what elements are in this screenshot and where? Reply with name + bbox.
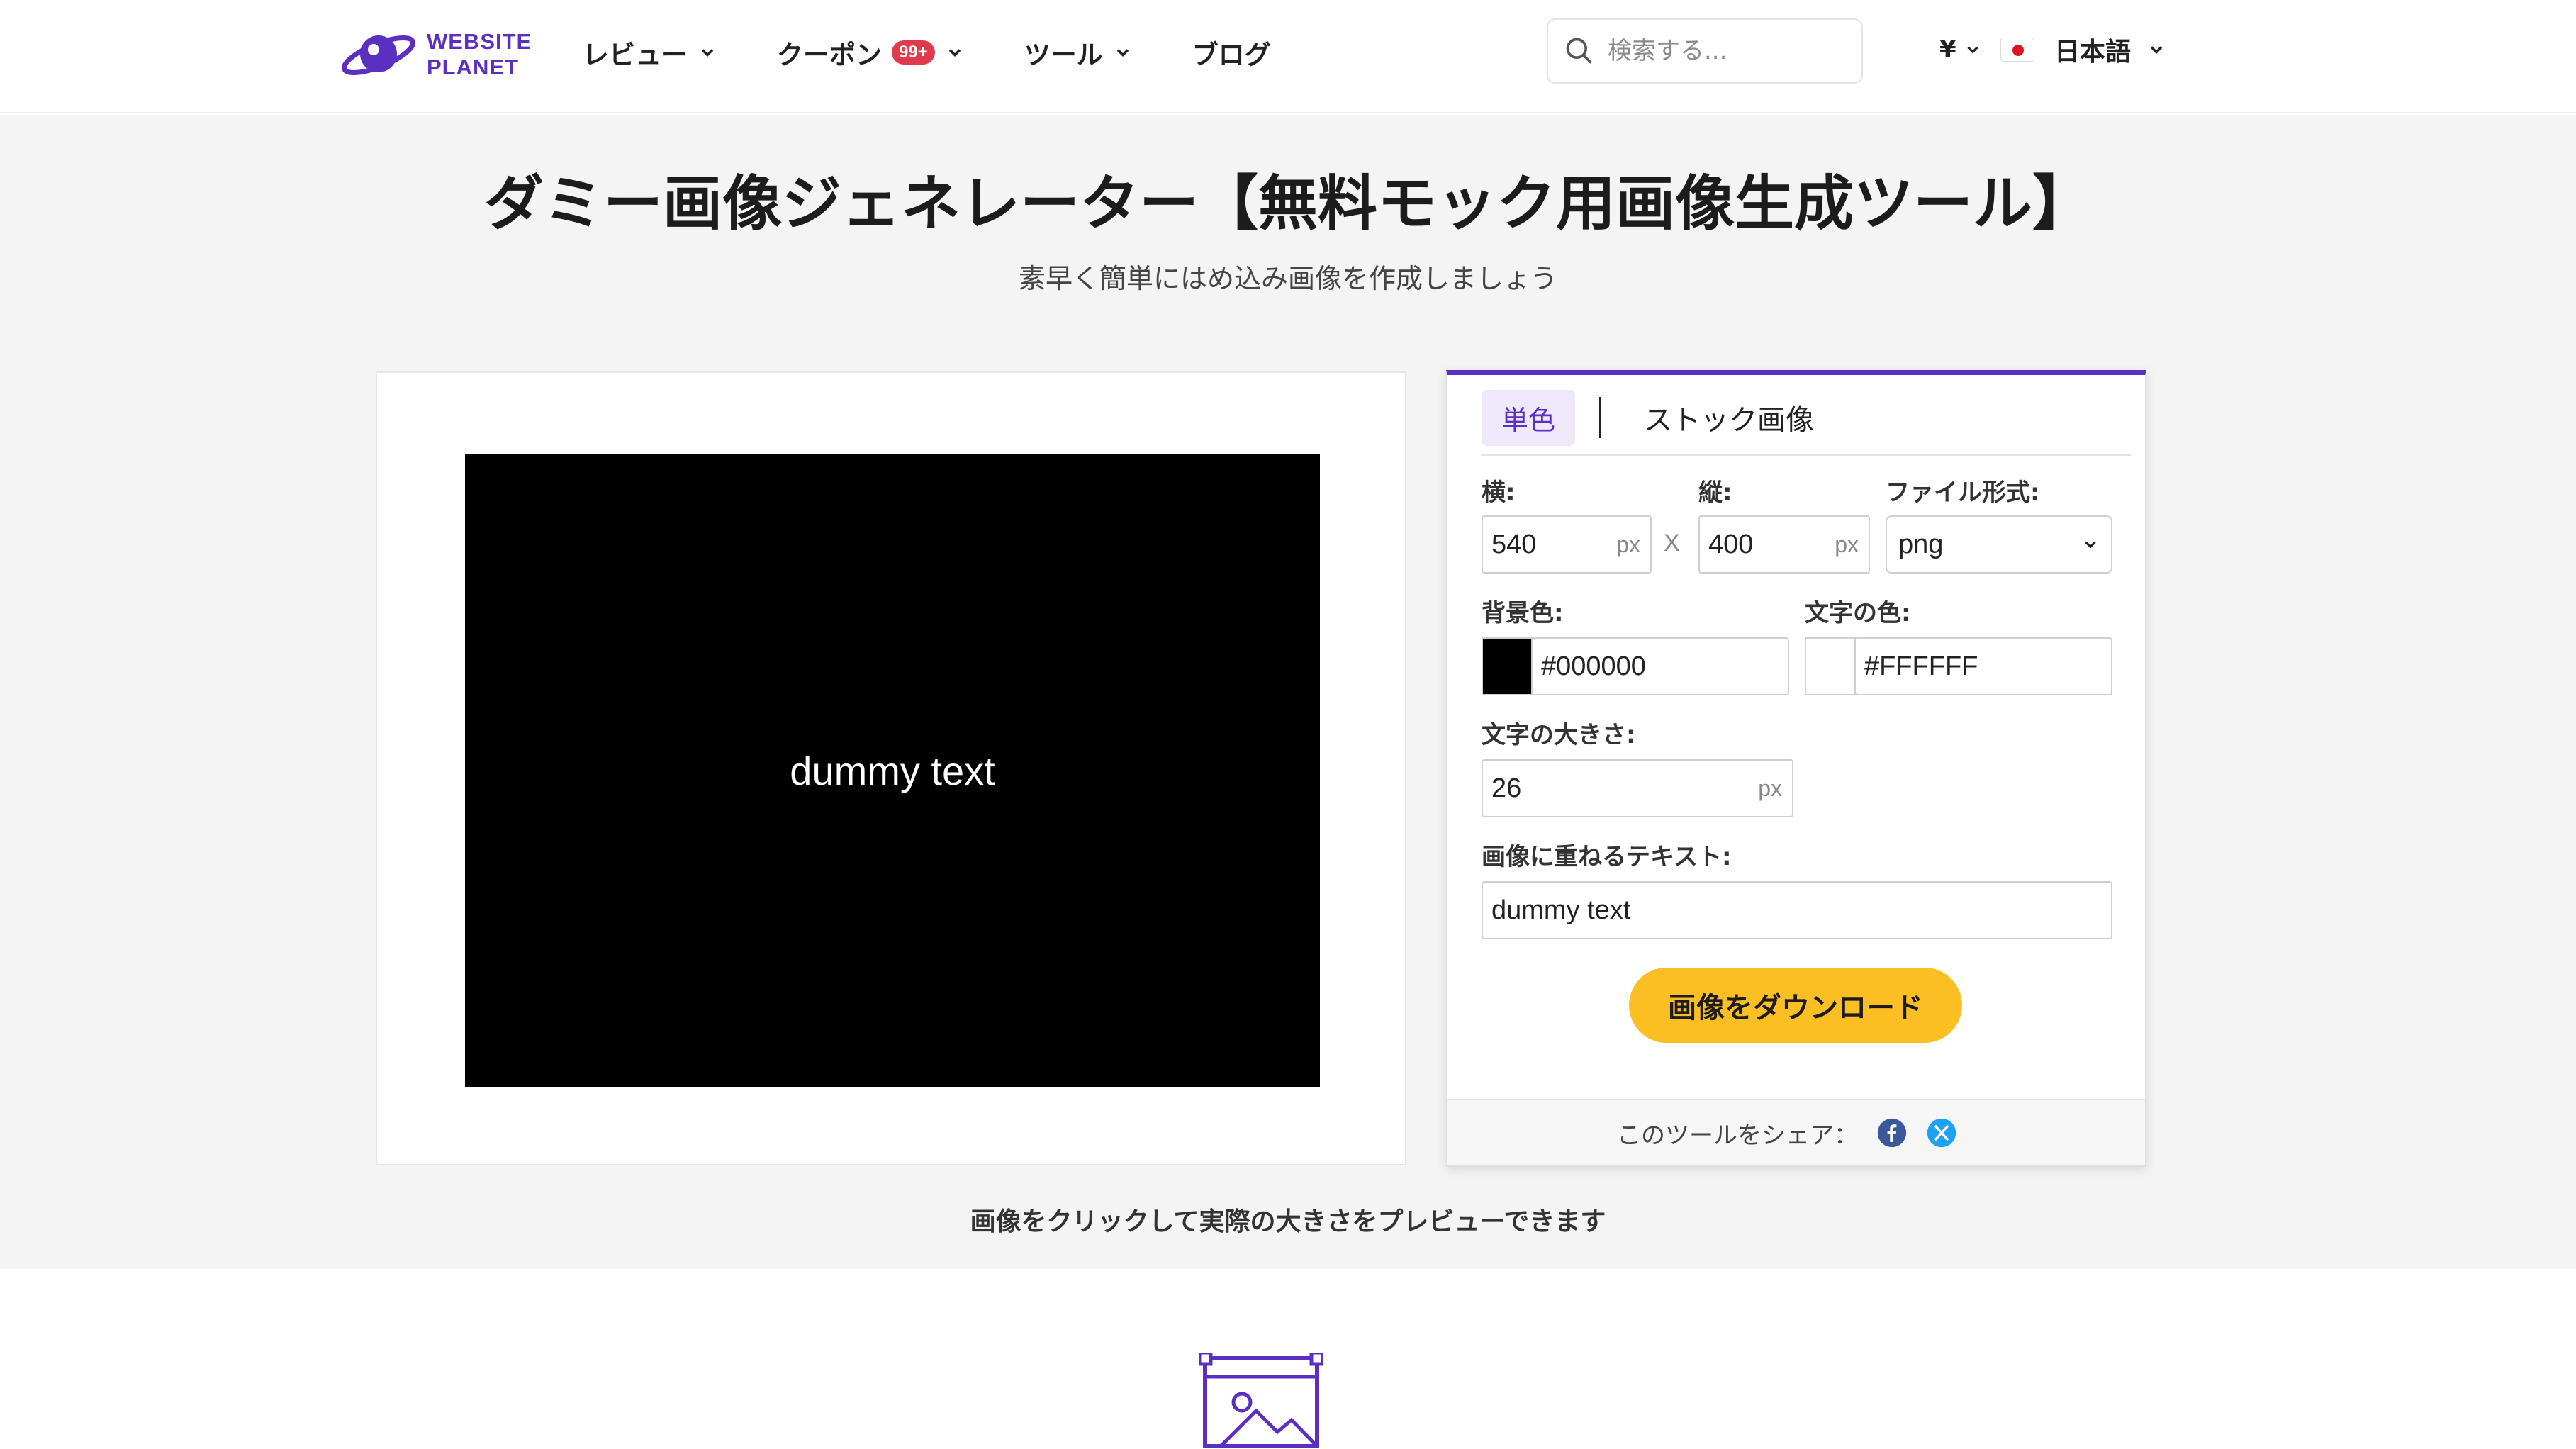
- file-format-value: png: [1898, 529, 1944, 559]
- font-size-input[interactable]: [1483, 773, 1792, 804]
- preview-panel: dummy text: [376, 371, 1406, 1165]
- chevron-down-icon: [1116, 49, 1129, 57]
- overlay-text-label: 画像に重ねるテキスト:: [1482, 843, 1732, 871]
- site-logo[interactable]: WEBSITE PLANET: [335, 24, 547, 85]
- background-color-label: 背景色:: [1482, 599, 1564, 627]
- tab-solid-color[interactable]: 単色: [1482, 389, 1576, 446]
- width-label: 横:: [1482, 479, 1516, 507]
- x-twitter-icon[interactable]: [1926, 1117, 1957, 1148]
- overlay-text-field: [1482, 881, 2112, 939]
- background-color-swatch[interactable]: [1482, 637, 1533, 695]
- chevron-down-icon: [2085, 541, 2096, 549]
- font-size-field: px: [1482, 759, 1793, 817]
- coupon-count-badge: 99+: [892, 40, 935, 65]
- settings-panel: 単色 ストック画像 横: px X 縦: px ファイル形式: png 背景色:…: [1446, 370, 2146, 1167]
- overlay-text-input[interactable]: [1483, 895, 2111, 926]
- share-bar: このツールをシェア：: [1447, 1099, 2145, 1165]
- font-size-unit: px: [1758, 775, 1782, 801]
- width-field: px: [1482, 515, 1652, 574]
- preview-overlay-text: dummy text: [790, 748, 995, 793]
- nav-item-blog[interactable]: ブログ: [1192, 33, 1271, 72]
- text-color-label: 文字の色:: [1805, 599, 1911, 627]
- page-title: ダミー画像ジェネレーター【無料モック用画像生成ツール】: [483, 169, 2092, 238]
- file-format-select[interactable]: png: [1886, 515, 2112, 574]
- page-subtitle: 素早く簡単にはめ込み画像を作成しましょう: [1018, 263, 1557, 294]
- logo-line-1: WEBSITE: [427, 29, 532, 54]
- currency-selector[interactable]: ¥: [1939, 35, 1982, 64]
- background-color-field: [1531, 637, 1789, 695]
- chevron-down-icon: [701, 49, 714, 57]
- height-unit: px: [1835, 531, 1859, 557]
- search-icon: [1566, 38, 1592, 64]
- chevron-down-icon: [1967, 46, 1978, 54]
- font-size-label: 文字の大きさ:: [1482, 721, 1636, 749]
- nav-item-coupons[interactable]: クーポン 99+: [777, 33, 965, 72]
- planet-logo-icon: [341, 35, 416, 75]
- tab-divider: [1599, 397, 1602, 438]
- main-nav: レビュー クーポン 99+ ツール ブログ: [583, 31, 1331, 74]
- search-box[interactable]: [1547, 18, 1863, 84]
- currency-symbol: ¥: [1939, 35, 1956, 64]
- site-header: WEBSITE PLANET レビュー クーポン 99+ ツール ブログ ¥: [0, 0, 2576, 113]
- height-label: 縦:: [1698, 479, 1732, 507]
- preview-hint: 画像をクリックして実際の大きさをプレビューできます: [970, 1207, 1606, 1236]
- text-color-swatch[interactable]: [1805, 637, 1856, 695]
- nav-item-label: クーポン: [777, 40, 882, 70]
- nav-item-reviews[interactable]: レビュー: [583, 33, 717, 72]
- tab-stock-image[interactable]: ストック画像: [1644, 397, 1814, 438]
- language-label: 日本語: [2054, 38, 2132, 67]
- text-color-input[interactable]: [1856, 651, 2111, 682]
- dummy-image-preview[interactable]: dummy text: [465, 454, 1320, 1087]
- logo-line-2: PLANET: [427, 55, 519, 79]
- text-color-field: [1854, 637, 2112, 695]
- height-field: px: [1698, 515, 1870, 574]
- nav-item-label: ブログ: [1192, 40, 1271, 70]
- download-image-button[interactable]: 画像をダウンロード: [1629, 968, 1962, 1043]
- nav-item-label: レビュー: [583, 40, 688, 70]
- share-label: このツールをシェア：: [1617, 1121, 1858, 1150]
- logo-text: WEBSITE PLANET: [427, 29, 532, 80]
- nav-item-tools[interactable]: ツール: [1024, 33, 1133, 72]
- chevron-down-icon: [2150, 46, 2163, 54]
- language-selector[interactable]: 日本語: [2000, 31, 2166, 68]
- dimension-separator: X: [1664, 530, 1680, 556]
- chevron-down-icon: [948, 49, 961, 57]
- japan-flag-icon: [2000, 38, 2034, 62]
- search-input[interactable]: [1608, 37, 1842, 65]
- nav-item-label: ツール: [1024, 40, 1103, 70]
- background-color-input[interactable]: [1533, 651, 1788, 682]
- image-placeholder-icon: [1199, 1353, 1323, 1448]
- facebook-icon[interactable]: [1876, 1117, 1908, 1148]
- file-format-label: ファイル形式:: [1886, 479, 2040, 507]
- image-type-tabs: 単色 ストック画像: [1482, 389, 1814, 446]
- tabs-divider: [1482, 454, 2131, 456]
- width-unit: px: [1616, 531, 1640, 557]
